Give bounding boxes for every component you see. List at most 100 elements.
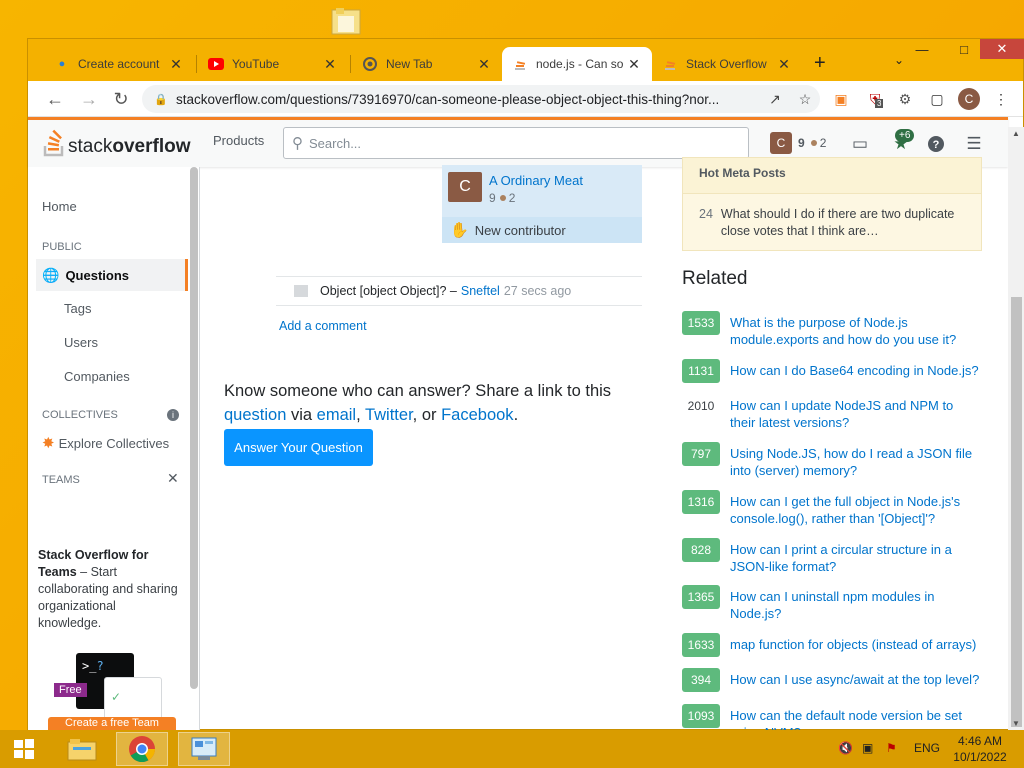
clock[interactable]: 4:46 AM 10/1/2022 xyxy=(950,733,1010,765)
tab-search-icon[interactable]: ⌄ xyxy=(894,53,904,67)
share-question-link[interactable]: question xyxy=(224,406,286,424)
related-link[interactable]: How can I update NodeJS and NPM to their… xyxy=(730,394,982,431)
minimize-icon[interactable]: — xyxy=(908,39,936,59)
folder-icon[interactable] xyxy=(330,6,364,36)
nav-home[interactable]: Home xyxy=(42,199,77,214)
rss-extension-icon[interactable]: ▣ xyxy=(832,90,850,108)
scroll-up-icon[interactable]: ▲ xyxy=(1012,129,1020,138)
inbox-icon[interactable]: ▭ xyxy=(848,132,872,156)
extensions-puzzle-icon[interactable]: ⚙ xyxy=(896,90,914,108)
sidebar-scrollbar[interactable] xyxy=(190,167,198,689)
shield-extension-icon[interactable]: ⛨3 xyxy=(866,90,884,108)
tab-label: YouTube xyxy=(232,57,280,71)
reload-icon[interactable]: ↻ xyxy=(110,88,132,110)
help-icon[interactable]: ? xyxy=(924,132,948,156)
related-score: 1365 xyxy=(682,585,720,609)
browser-toolbar: ← → ↻ 🔒 stackoverflow.com/questions/7391… xyxy=(28,81,1023,117)
address-bar[interactable]: 🔒 stackoverflow.com/questions/73916970/c… xyxy=(142,85,820,113)
close-tab-icon[interactable]: ✕ xyxy=(168,56,184,73)
related-item[interactable]: 828 How can I print a circular structure … xyxy=(682,538,982,575)
back-icon[interactable]: ← xyxy=(44,88,66,110)
related-link[interactable]: map function for objects (instead of arr… xyxy=(730,633,976,657)
tab-stack-overflow[interactable]: Stack Overflow ✕ xyxy=(652,47,802,81)
forward-icon[interactable]: → xyxy=(78,88,100,110)
close-teams-icon[interactable]: ✕ xyxy=(167,470,179,487)
nav-users[interactable]: Users xyxy=(64,335,98,350)
close-tab-icon[interactable]: ✕ xyxy=(476,56,492,73)
comment-time: 27 secs ago xyxy=(503,284,572,298)
tab-new-tab[interactable]: New Tab ✕ xyxy=(352,47,502,81)
related-item[interactable]: 2010 How can I update NodeJS and NPM to t… xyxy=(682,394,982,431)
related-link[interactable]: How can I get the full object in Node.js… xyxy=(730,490,982,527)
info-icon[interactable]: i xyxy=(167,409,179,421)
tab-create-account[interactable]: ● Create account ✕ xyxy=(44,47,194,81)
chrome-taskbar-icon[interactable] xyxy=(116,732,168,766)
related-link[interactable]: How can I do Base64 encoding in Node.js? xyxy=(730,359,979,383)
user-card-link[interactable]: C 9 2 xyxy=(770,132,826,154)
bookmark-star-icon[interactable]: ☆ xyxy=(790,91,820,108)
related-link[interactable]: How can I use async/await at the top lev… xyxy=(730,668,979,692)
share-email-link[interactable]: email xyxy=(317,406,356,424)
related-item[interactable]: 797 Using Node.JS, how do I read a JSON f… xyxy=(682,442,982,479)
scroll-down-icon[interactable]: ▼ xyxy=(1012,719,1020,728)
related-score: 1533 xyxy=(682,311,720,335)
share-icon[interactable]: ↗ xyxy=(760,91,790,108)
nav-explore-collectives[interactable]: ✸ Explore Collectives xyxy=(42,434,169,452)
maximize-icon[interactable]: □ xyxy=(950,39,978,59)
share-facebook-link[interactable]: Facebook xyxy=(441,406,513,424)
related-item[interactable]: 394 How can I use async/await at the top … xyxy=(682,668,982,692)
comment-user-link[interactable]: Sneftel xyxy=(461,284,500,298)
stackoverflow-logo[interactable]: stack overflow xyxy=(42,128,190,158)
control-panel-icon[interactable] xyxy=(178,732,230,766)
network-icon[interactable]: ▣ xyxy=(862,741,873,755)
page-scrollbar[interactable]: ▲ ▼ xyxy=(1008,127,1024,731)
profile-avatar[interactable]: C xyxy=(958,88,980,110)
volume-muted-icon[interactable]: 🔇 xyxy=(838,741,853,755)
create-team-button[interactable]: Create a free Team xyxy=(48,717,176,731)
close-tab-icon[interactable]: ✕ xyxy=(776,56,792,73)
search-input[interactable]: ⚲ Search... xyxy=(283,127,749,159)
related-item[interactable]: 1633 map function for objects (instead of… xyxy=(682,633,982,657)
related-link[interactable]: How can I print a circular structure in … xyxy=(730,538,982,575)
tab-label: Stack Overflow xyxy=(686,57,767,71)
tab-nodejs-question[interactable]: node.js - Can so ✕ xyxy=(502,47,652,81)
menu-kebab-icon[interactable]: ⋮ xyxy=(992,90,1010,108)
add-comment-link[interactable]: Add a comment xyxy=(279,319,367,333)
avatar[interactable]: C xyxy=(448,172,482,202)
related-link[interactable]: Using Node.JS, how do I read a JSON file… xyxy=(730,442,982,479)
author-name-link[interactable]: A Ordinary Meat xyxy=(489,173,583,188)
bronze-count: 2 xyxy=(819,136,827,150)
related-item[interactable]: 1131 How can I do Base64 encoding in Node… xyxy=(682,359,982,383)
file-explorer-icon[interactable] xyxy=(56,732,108,766)
related-link[interactable]: What is the purpose of Node.js module.ex… xyxy=(730,311,982,348)
language-indicator[interactable]: ENG xyxy=(914,741,940,755)
new-contributor-notice[interactable]: ✋ New contributor xyxy=(442,217,642,243)
share-via: via xyxy=(286,406,317,424)
new-tab-icon[interactable]: + xyxy=(814,52,826,75)
products-menu[interactable]: Products xyxy=(213,133,264,148)
achievements-badge: +6 xyxy=(895,129,915,142)
close-window-icon[interactable]: ✕ xyxy=(980,39,1024,59)
action-center-flag-icon[interactable]: ⚑ xyxy=(886,741,897,755)
hot-meta-heading: Hot Meta Posts xyxy=(683,158,981,194)
related-item[interactable]: 1365 How can I uninstall npm modules in N… xyxy=(682,585,982,622)
related-item[interactable]: 1533 What is the purpose of Node.js modul… xyxy=(682,311,982,348)
scroll-thumb[interactable] xyxy=(1011,297,1022,727)
sidepanel-icon[interactable]: ▢ xyxy=(928,90,946,108)
start-button[interactable] xyxy=(0,732,48,766)
nav-companies[interactable]: Companies xyxy=(64,369,130,384)
answer-your-question-button[interactable]: Answer Your Question xyxy=(224,429,373,466)
close-tab-icon[interactable]: ✕ xyxy=(322,56,338,73)
meta-post-link[interactable]: 24 What should I do if there are two dup… xyxy=(699,206,969,240)
share-twitter-link[interactable]: Twitter xyxy=(365,406,413,424)
nav-tags[interactable]: Tags xyxy=(64,301,91,316)
stackoverflow-icon xyxy=(662,56,678,72)
related-link[interactable]: How can I uninstall npm modules in Node.… xyxy=(730,585,982,622)
close-tab-icon[interactable]: ✕ xyxy=(626,56,642,73)
flag-icon[interactable] xyxy=(294,285,308,297)
logo-overflow-text: overflow xyxy=(112,136,191,157)
tab-youtube[interactable]: YouTube ✕ xyxy=(198,47,348,81)
site-switcher-icon[interactable]: ☰ xyxy=(962,132,986,156)
related-item[interactable]: 1316 How can I get the full object in Nod… xyxy=(682,490,982,527)
nav-questions[interactable]: 🌐 Questions xyxy=(36,259,188,291)
